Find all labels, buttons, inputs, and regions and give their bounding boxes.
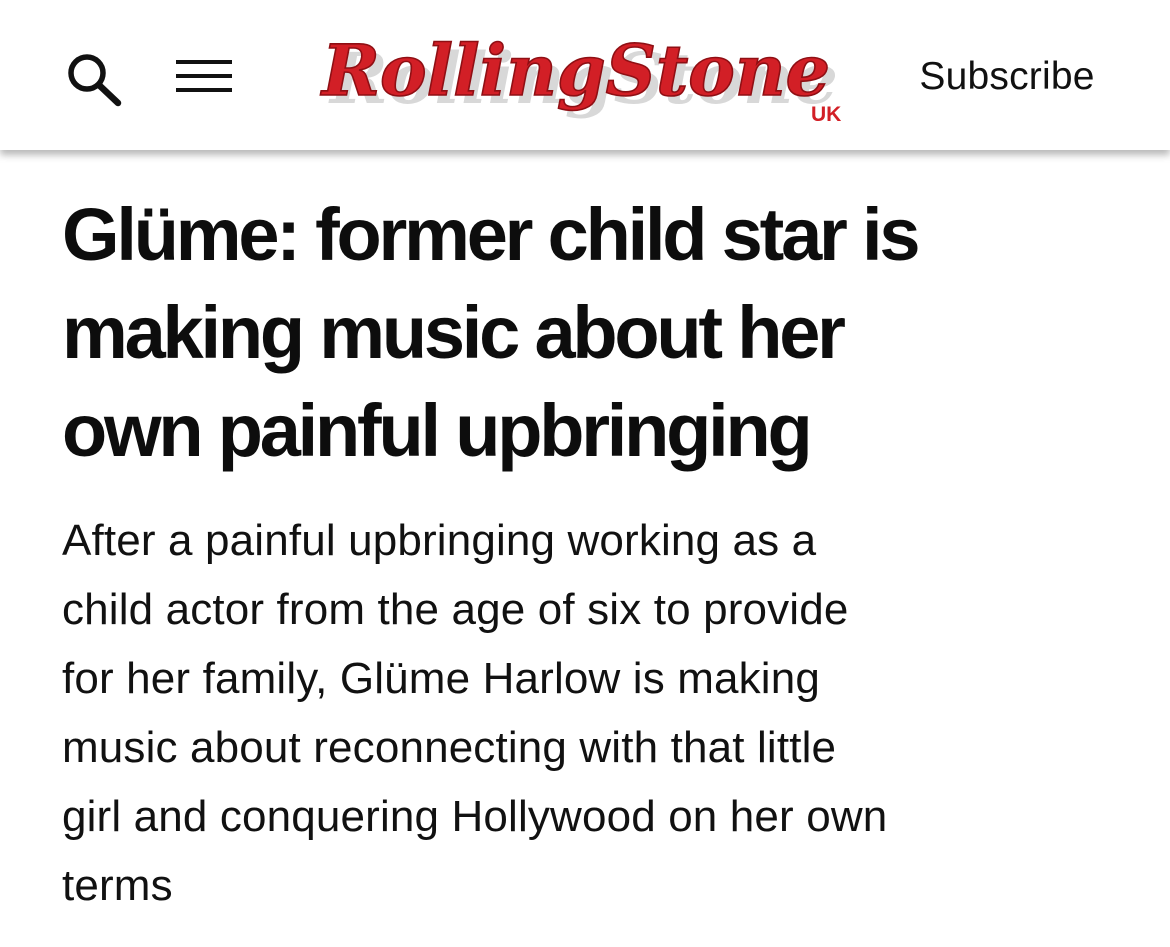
article-headline[interactable]: Glüme: former child star is making music… <box>62 186 1102 480</box>
site-header: RollingStone RollingStone UK Subscribe <box>0 0 1170 150</box>
search-button[interactable] <box>62 48 128 110</box>
hamburger-menu-icon <box>176 60 232 92</box>
search-icon <box>68 54 122 107</box>
menu-button[interactable] <box>172 52 238 102</box>
logo-wordmark: RollingStone <box>320 29 830 112</box>
rolling-stone-uk-logo[interactable]: RollingStone RollingStone UK <box>316 14 856 132</box>
logo-edition-label: UK <box>811 103 841 126</box>
subscribe-button[interactable]: Subscribe <box>896 50 1118 104</box>
article-dek: After a painful upbringing working as a … <box>62 516 888 910</box>
article-header: Glüme: former child star is making music… <box>62 186 1122 920</box>
